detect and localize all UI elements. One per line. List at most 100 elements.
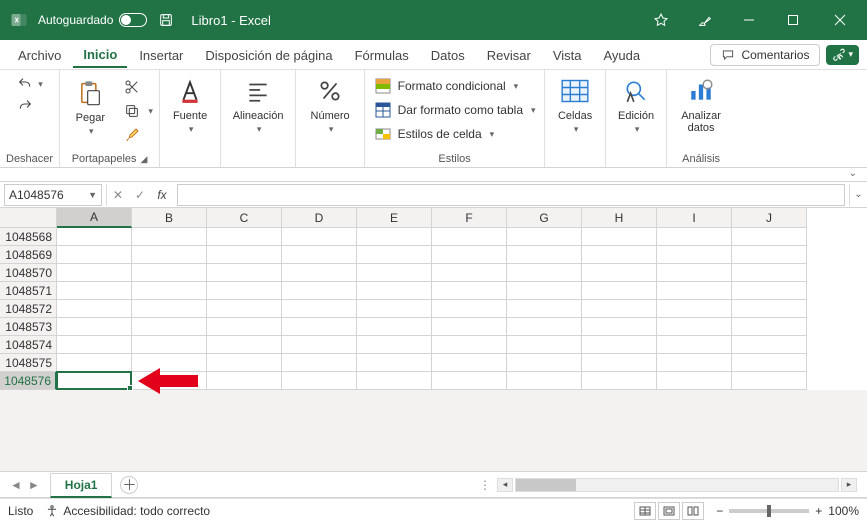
chevron-down-icon[interactable]: ▾ [189, 124, 194, 135]
tab-datos[interactable]: Datos [421, 42, 475, 67]
cell[interactable] [507, 300, 582, 318]
cell[interactable] [207, 372, 282, 390]
collapse-ribbon-icon[interactable]: ⌄ [849, 168, 857, 179]
cell[interactable] [282, 300, 357, 318]
row-header[interactable]: 1048568 [0, 228, 57, 246]
cell[interactable] [657, 300, 732, 318]
zoom-slider[interactable] [729, 509, 809, 513]
cell[interactable] [57, 318, 132, 336]
cell[interactable] [357, 246, 432, 264]
cell[interactable] [282, 264, 357, 282]
row-header[interactable]: 1048571 [0, 282, 57, 300]
cells-group-button[interactable]: Celdas ▾ [551, 74, 599, 135]
cell[interactable] [507, 318, 582, 336]
cell[interactable] [432, 264, 507, 282]
sheet-split-handle[interactable]: ⋮ [479, 478, 491, 492]
row-header[interactable]: 1048570 [0, 264, 57, 282]
cell[interactable] [507, 264, 582, 282]
cell[interactable] [207, 228, 282, 246]
cell[interactable] [432, 228, 507, 246]
row-header[interactable]: 1048574 [0, 336, 57, 354]
alignment-group-button[interactable]: Alineación ▾ [227, 74, 289, 135]
minimize-button[interactable] [729, 4, 769, 36]
cell[interactable] [657, 282, 732, 300]
column-header[interactable]: F [432, 208, 507, 228]
tab-vista[interactable]: Vista [543, 42, 592, 67]
row-header[interactable]: 1048572 [0, 300, 57, 318]
premium-icon[interactable] [641, 4, 681, 36]
cell[interactable] [57, 300, 132, 318]
cell[interactable] [732, 372, 807, 390]
cell[interactable] [582, 246, 657, 264]
share-button[interactable]: ▾ [826, 45, 859, 65]
cell[interactable] [432, 300, 507, 318]
cell[interactable] [57, 354, 132, 372]
paste-button[interactable]: Pegar ▾ [66, 76, 114, 137]
cell[interactable] [432, 318, 507, 336]
cell[interactable] [732, 336, 807, 354]
cell[interactable] [657, 228, 732, 246]
chevron-down-icon[interactable]: ▾ [329, 124, 334, 135]
cell[interactable] [132, 336, 207, 354]
cell[interactable] [57, 228, 132, 246]
new-sheet-button[interactable]: ＋ [120, 476, 138, 494]
cell[interactable] [132, 282, 207, 300]
cell[interactable] [132, 300, 207, 318]
tab-inicio[interactable]: Inicio [73, 41, 127, 68]
cell[interactable] [57, 372, 132, 390]
chevron-down-icon[interactable]: ▾ [89, 126, 94, 137]
comments-button[interactable]: Comentarios [710, 44, 820, 66]
zoom-level[interactable]: 100% [828, 504, 859, 518]
cell[interactable] [357, 336, 432, 354]
cell[interactable] [657, 354, 732, 372]
format-as-table-button[interactable]: Dar formato como tabla▾ [372, 100, 538, 120]
analyze-data-button[interactable]: Analizar datos [673, 74, 729, 134]
cell[interactable] [357, 354, 432, 372]
cell[interactable] [357, 372, 432, 390]
cell[interactable] [507, 336, 582, 354]
column-header[interactable]: C [207, 208, 282, 228]
tab-disposicion[interactable]: Disposición de página [195, 42, 342, 67]
column-header[interactable]: D [282, 208, 357, 228]
hscroll-left[interactable]: ◂ [497, 478, 513, 492]
hscroll-right[interactable]: ▸ [841, 478, 857, 492]
confirm-formula-button[interactable]: ✓ [129, 188, 151, 202]
cell[interactable] [207, 300, 282, 318]
cell[interactable] [132, 318, 207, 336]
view-normal-button[interactable] [634, 502, 656, 520]
cell[interactable] [507, 354, 582, 372]
chevron-down-icon[interactable]: ▾ [148, 106, 153, 117]
cell[interactable] [732, 300, 807, 318]
cell[interactable] [507, 282, 582, 300]
save-icon[interactable] [155, 12, 177, 28]
undo-button[interactable]: ▾ [16, 76, 43, 92]
chevron-down-icon[interactable]: ▾ [257, 124, 262, 135]
cell[interactable] [357, 228, 432, 246]
cell[interactable] [582, 318, 657, 336]
select-all-corner[interactable] [0, 208, 57, 228]
cell[interactable] [282, 318, 357, 336]
cell[interactable] [357, 300, 432, 318]
cell[interactable] [282, 336, 357, 354]
cell[interactable] [732, 282, 807, 300]
fx-button[interactable]: fx [151, 188, 173, 202]
column-header[interactable]: B [132, 208, 207, 228]
autosave-toggle[interactable] [119, 13, 147, 27]
coming-soon-icon[interactable] [685, 4, 725, 36]
cell[interactable] [207, 354, 282, 372]
tab-archivo[interactable]: Archivo [8, 42, 71, 67]
cell[interactable] [132, 246, 207, 264]
cell[interactable] [357, 318, 432, 336]
chevron-down-icon[interactable]: ▾ [38, 79, 43, 90]
cell[interactable] [732, 246, 807, 264]
tab-formulas[interactable]: Fórmulas [345, 42, 419, 67]
cell[interactable] [582, 336, 657, 354]
expand-formula-bar-button[interactable]: ⌄ [849, 184, 867, 206]
cell[interactable] [657, 246, 732, 264]
chevron-down-icon[interactable]: ▼ [88, 190, 97, 200]
tab-ayuda[interactable]: Ayuda [594, 42, 651, 67]
cell[interactable] [432, 372, 507, 390]
row-header[interactable]: 1048569 [0, 246, 57, 264]
column-header[interactable]: I [657, 208, 732, 228]
conditional-formatting-button[interactable]: Formato condicional▾ [372, 76, 521, 96]
